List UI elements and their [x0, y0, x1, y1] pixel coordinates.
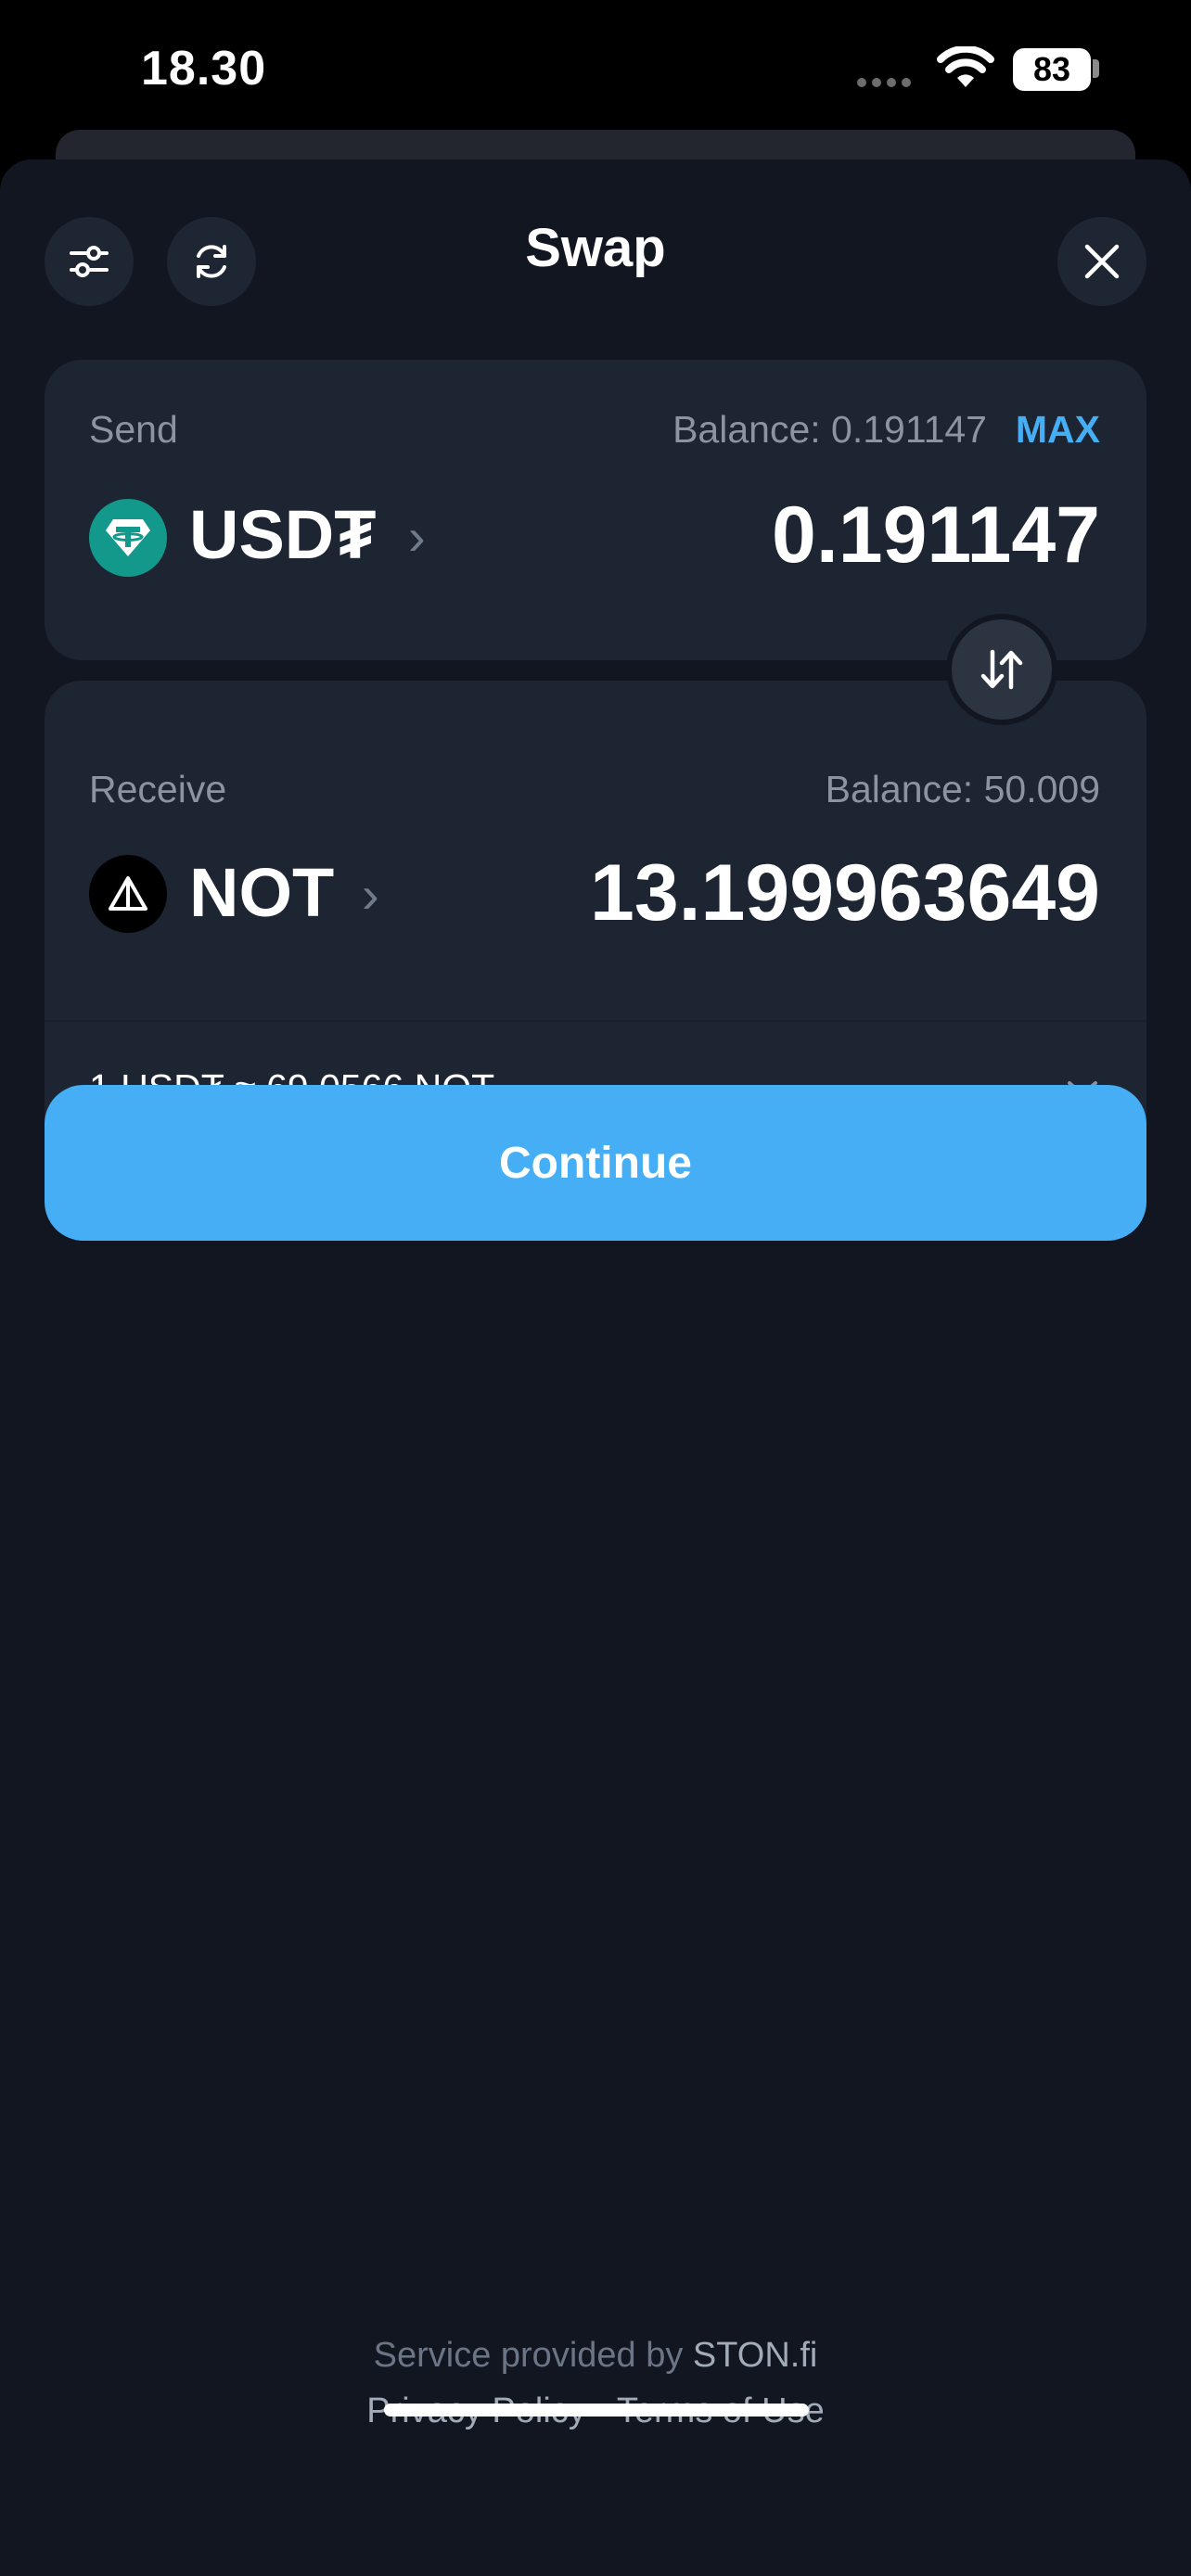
page-title: Swap	[525, 218, 666, 278]
not-token-icon	[89, 855, 167, 933]
receive-label: Receive	[89, 768, 227, 810]
max-button[interactable]: MAX	[1016, 408, 1100, 452]
provider-link[interactable]: STON.fi	[693, 2336, 817, 2375]
battery-cap	[1093, 59, 1099, 78]
send-token-selector[interactable]: USD₮	[189, 495, 376, 574]
swap-arrows-icon	[980, 649, 1023, 690]
service-provided-label: Service provided by	[373, 2336, 684, 2375]
send-balance: Balance: 0.191147	[672, 408, 987, 451]
swap-direction-button[interactable]	[946, 614, 1057, 725]
divider	[45, 1020, 1146, 1022]
send-card: Send Balance: 0.191147 MAX USD₮ › 0.1911…	[45, 360, 1146, 660]
usdt-token-icon	[89, 499, 167, 577]
close-icon	[1084, 244, 1120, 279]
receive-token-selector[interactable]: NOT	[189, 853, 334, 932]
close-button[interactable]	[1057, 217, 1146, 306]
wifi-icon	[937, 46, 994, 87]
continue-button[interactable]: Continue	[45, 1085, 1146, 1241]
chevron-right-icon: ›	[408, 507, 426, 566]
home-indicator[interactable]	[384, 2404, 809, 2417]
battery-indicator: 83	[1013, 48, 1091, 91]
swap-sheet: Swap Send Balance: 0.191147 MAX USD₮ › 0…	[0, 159, 1191, 2576]
status-bar: 18.30 83	[0, 0, 1191, 139]
footer: Service provided by STON.fi Privacy Poli…	[0, 2327, 1191, 2439]
chevron-right-icon: ›	[362, 865, 379, 924]
receive-balance: Balance: 50.009	[825, 768, 1100, 810]
status-time: 18.30	[141, 42, 267, 96]
receive-amount: 13.199963649	[589, 848, 1100, 937]
send-amount-input[interactable]: 0.191147	[772, 490, 1100, 581]
cellular-signal-icon	[857, 78, 911, 87]
send-label: Send	[89, 408, 178, 451]
